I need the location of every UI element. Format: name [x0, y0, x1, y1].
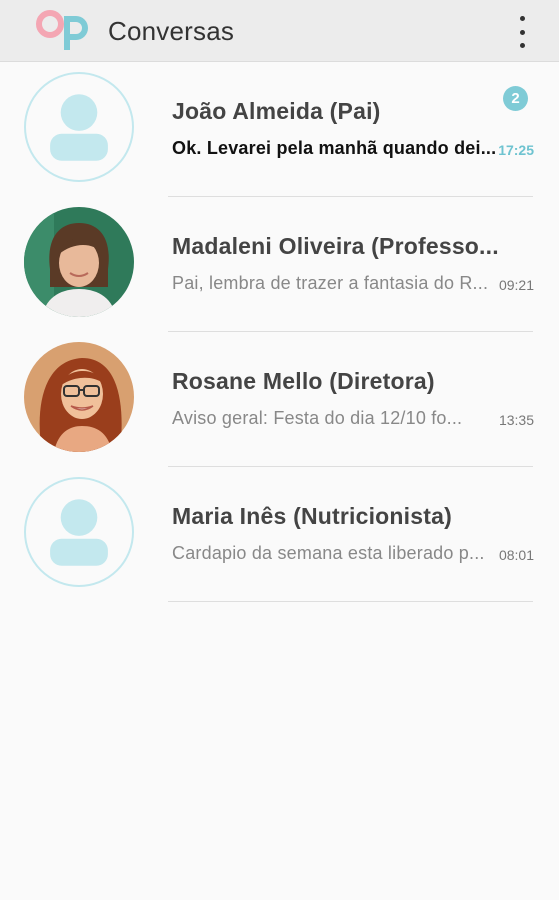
avatar-placeholder-icon	[24, 72, 134, 182]
contact-name: Madaleni Oliveira (Professo...	[172, 233, 499, 259]
message-preview: Ok. Levarei pela manhã quando dei...	[172, 138, 497, 158]
message-preview: Aviso geral: Festa do dia 12/10 fo...	[172, 408, 463, 428]
conversation-list: João Almeida (Pai) Ok. Levarei pela manh…	[0, 62, 559, 602]
conversation-item[interactable]: João Almeida (Pai) Ok. Levarei pela manh…	[0, 62, 559, 197]
menu-dot	[519, 43, 525, 48]
avatar-placeholder-icon	[24, 477, 134, 587]
avatar	[24, 342, 134, 452]
avatar	[24, 207, 134, 317]
message-preview: Pai, lembra de trazer a fantasia do R...	[172, 273, 489, 293]
message-time: 17:25	[498, 142, 534, 158]
menu-dot	[519, 16, 525, 21]
more-options-icon[interactable]	[505, 14, 539, 50]
app-bar: Conversas	[0, 0, 559, 62]
conversation-item[interactable]: Maria Inês (Nutricionista) Cardapio da s…	[0, 467, 559, 602]
contact-name: Rosane Mello (Diretora)	[172, 368, 435, 394]
conversation-item[interactable]: Madaleni Oliveira (Professo... Pai, lemb…	[0, 197, 559, 332]
message-preview: Cardapio da semana esta liberado p...	[172, 543, 485, 563]
message-time: 09:21	[498, 277, 534, 293]
unread-badge: 2	[503, 86, 528, 111]
menu-dot	[519, 29, 525, 35]
app-logo	[34, 10, 90, 52]
message-time: 13:35	[498, 412, 534, 428]
page-title: Conversas	[108, 16, 235, 46]
contact-name: Maria Inês (Nutricionista)	[172, 503, 452, 529]
conversation-item[interactable]: Rosane Mello (Diretora) Aviso geral: Fes…	[0, 332, 559, 467]
divider	[168, 601, 533, 602]
message-time: 08:01	[498, 547, 534, 563]
contact-name: João Almeida (Pai)	[172, 98, 381, 124]
